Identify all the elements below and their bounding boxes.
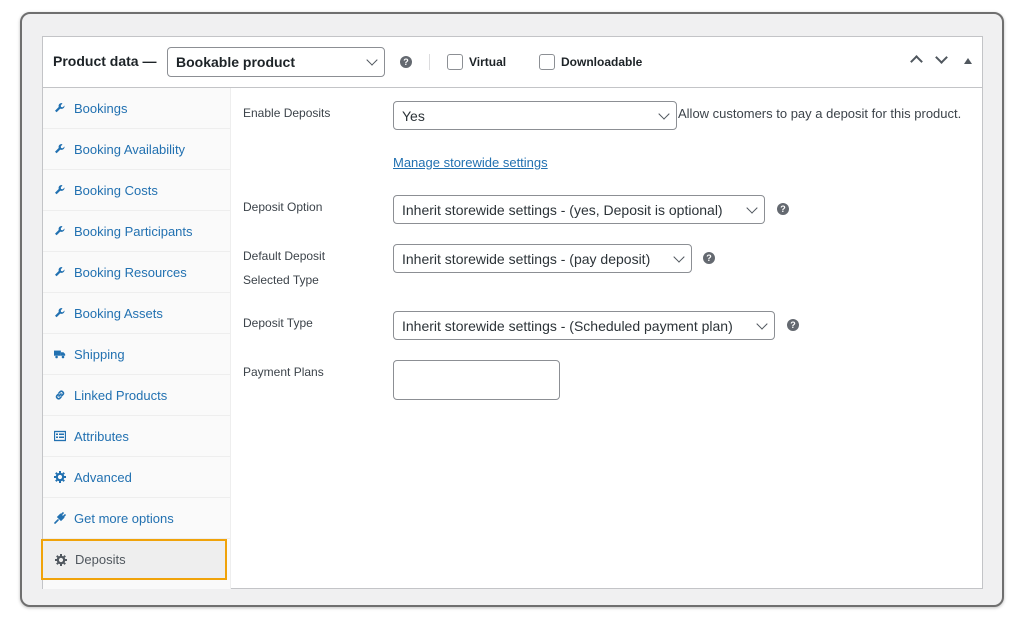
chevron-down-icon	[756, 317, 768, 330]
tab-label: Booking Costs	[74, 182, 158, 198]
downloadable-label[interactable]: Downloadable	[561, 55, 642, 69]
default-deposit-type-label-1: Default Deposit	[243, 249, 326, 263]
link-icon	[54, 389, 66, 401]
product-data-panel: Product data — Bookable product ? Virtua…	[41, 36, 983, 589]
tab-label: Deposits	[75, 552, 126, 567]
tab-linked-products[interactable]: Linked Products	[43, 375, 231, 416]
tab-booking-participants[interactable]: Booking Participants	[43, 211, 231, 252]
default-deposit-type-value: Inherit storewide settings - (pay deposi…	[402, 250, 651, 267]
gear-icon	[55, 553, 67, 566]
virtual-label[interactable]: Virtual	[469, 55, 506, 69]
chevron-down-icon	[658, 107, 670, 120]
wrench-icon	[54, 307, 66, 319]
deposit-option-select[interactable]: Inherit storewide settings - (yes, Depos…	[393, 195, 765, 224]
window-frame: Product data — Bookable product ? Virtua…	[20, 12, 1004, 607]
deposit-type-label: Deposit Type	[243, 316, 313, 330]
tab-booking-availability[interactable]: Booking Availability	[43, 129, 231, 170]
help-icon[interactable]: ?	[777, 203, 789, 215]
panel-title: Product data —	[53, 53, 157, 69]
wrench-icon	[54, 143, 66, 155]
wrench-icon	[54, 102, 66, 114]
tab-booking-costs[interactable]: Booking Costs	[43, 170, 231, 211]
list-icon	[54, 430, 66, 442]
tab-label: Booking Participants	[74, 223, 193, 239]
truck-icon	[54, 348, 66, 360]
help-icon[interactable]: ?	[703, 252, 715, 264]
header-divider	[429, 54, 430, 70]
tab-booking-resources[interactable]: Booking Resources	[43, 252, 231, 293]
tab-attributes[interactable]: Attributes	[43, 416, 231, 457]
tab-label: Booking Availability	[74, 141, 186, 157]
wrench-icon	[54, 184, 66, 196]
product-data-header: Product data — Bookable product ? Virtua…	[43, 37, 982, 88]
deposit-type-value: Inherit storewide settings - (Scheduled …	[402, 317, 733, 334]
enable-deposits-description: Allow customers to pay a deposit for thi…	[678, 106, 962, 121]
product-type-value: Bookable product	[176, 54, 296, 70]
product-data-tabs: Bookings Booking Availability Booking Co…	[41, 88, 231, 589]
gear-icon	[54, 471, 66, 483]
tab-label: Bookings	[74, 100, 128, 116]
tab-label: Shipping	[74, 346, 125, 362]
default-deposit-type-label-2: Selected Type	[243, 273, 319, 287]
deposit-option-value: Inherit storewide settings - (yes, Depos…	[402, 201, 723, 218]
enable-deposits-select[interactable]: Yes	[393, 101, 677, 130]
help-icon[interactable]: ?	[400, 56, 412, 68]
deposit-type-select[interactable]: Inherit storewide settings - (Scheduled …	[393, 311, 775, 340]
tab-label: Attributes	[74, 428, 129, 444]
tab-label: Linked Products	[74, 387, 168, 403]
deposit-option-label: Deposit Option	[243, 200, 323, 214]
help-icon[interactable]: ?	[787, 319, 799, 331]
collapse-toggle-icon[interactable]	[964, 58, 972, 64]
tab-deposits[interactable]: Deposits	[41, 539, 227, 580]
tab-get-more-options[interactable]: Get more options	[43, 498, 231, 539]
tab-booking-assets[interactable]: Booking Assets	[43, 293, 231, 334]
chevron-down-icon	[746, 201, 758, 214]
tab-shipping[interactable]: Shipping	[43, 334, 231, 375]
tab-advanced[interactable]: Advanced	[43, 457, 231, 498]
default-deposit-type-select[interactable]: Inherit storewide settings - (pay deposi…	[393, 244, 692, 273]
tab-bookings[interactable]: Bookings	[43, 88, 231, 129]
downloadable-checkbox[interactable]	[539, 54, 555, 70]
tab-label: Booking Assets	[74, 305, 163, 321]
move-up-icon[interactable]	[910, 55, 923, 68]
product-type-select[interactable]: Bookable product	[167, 47, 385, 77]
tab-label: Get more options	[74, 510, 174, 526]
payment-plans-label: Payment Plans	[243, 365, 324, 379]
chevron-down-icon	[366, 54, 378, 66]
payment-plans-field[interactable]	[393, 360, 560, 400]
tab-label: Booking Resources	[74, 264, 187, 280]
wrench-icon	[54, 266, 66, 278]
move-down-icon[interactable]	[935, 51, 948, 64]
chevron-down-icon	[673, 250, 685, 263]
virtual-checkbox[interactable]	[447, 54, 463, 70]
tab-label: Advanced	[74, 469, 132, 485]
wrench-icon	[54, 225, 66, 237]
enable-deposits-label: Enable Deposits	[243, 106, 331, 120]
enable-deposits-value: Yes	[402, 107, 425, 124]
manage-storewide-settings-link[interactable]: Manage storewide settings	[393, 155, 548, 170]
plugin-icon	[54, 512, 66, 524]
